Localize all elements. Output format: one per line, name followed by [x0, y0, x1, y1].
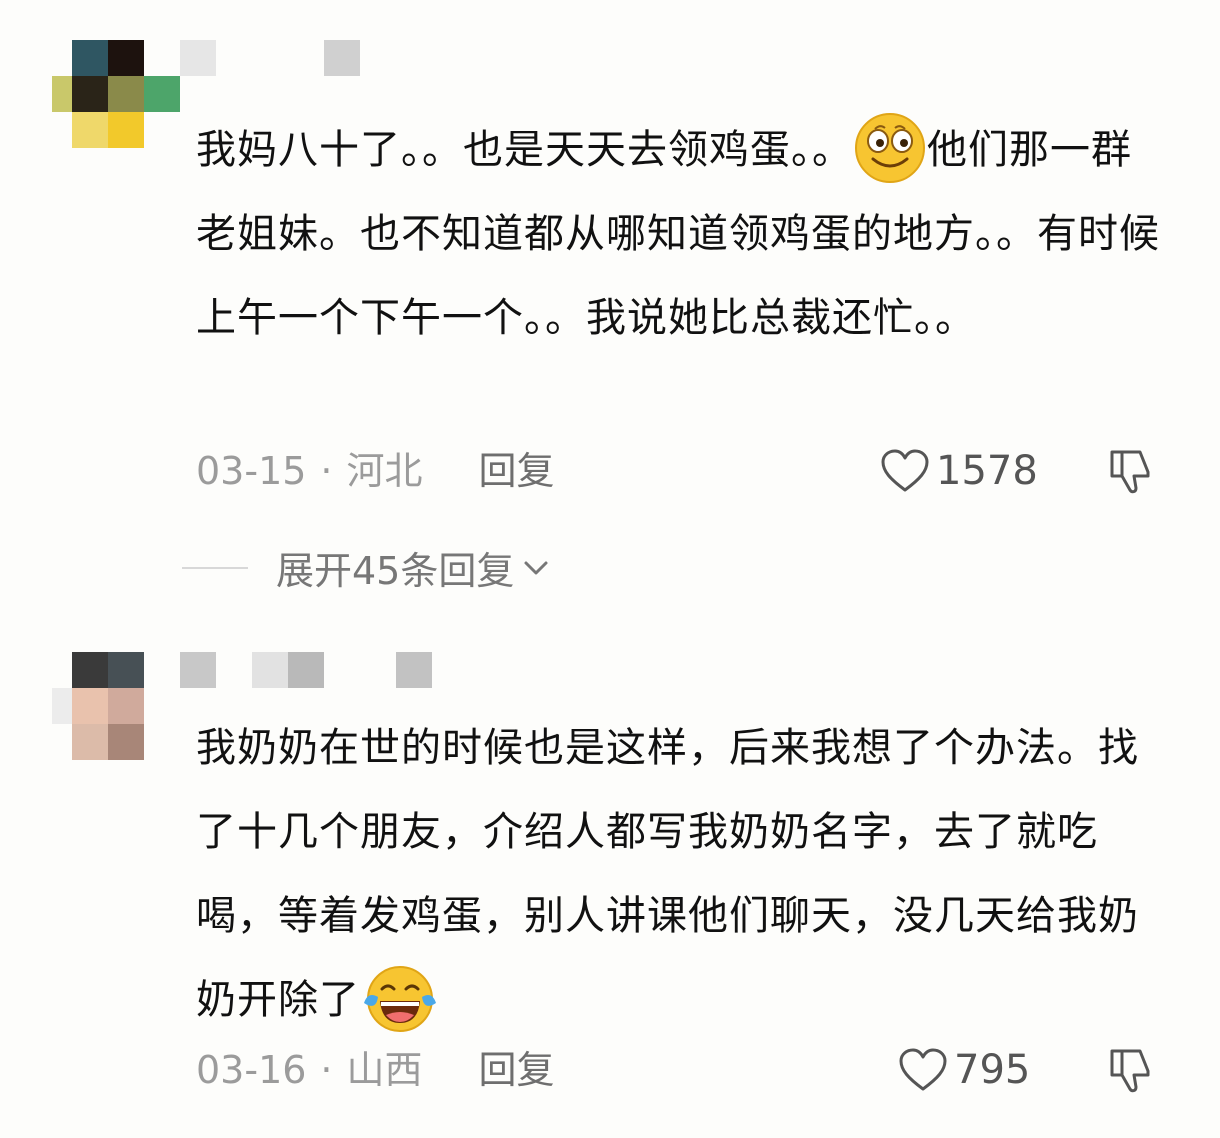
comment-item: 我奶奶在世的时候也是这样，后来我想了个办法。找了十几个朋友，介绍人都写我奶奶名字…: [0, 640, 1220, 1138]
thumbs-down-icon: [1110, 450, 1150, 494]
dislike-button[interactable]: [1106, 446, 1154, 496]
avatar[interactable]: [72, 40, 144, 148]
comment-item: 我妈八十了。。也是天天去领鸡蛋。。 他们那一群老姐妹。也不知道都从哪知道领鸡蛋的地…: [0, 0, 1220, 620]
reply-button[interactable]: 回复: [479, 1045, 555, 1095]
username-blurred[interactable]: [180, 652, 432, 688]
meta-separator: ·: [320, 449, 333, 493]
comment-date: 03-15: [196, 449, 307, 493]
avatar-edge: [52, 688, 72, 724]
comment-location: 河北: [346, 449, 423, 493]
grinning-face-icon: [853, 111, 927, 185]
username-blurred[interactable]: [180, 40, 360, 76]
meta-separator: ·: [320, 1048, 333, 1092]
thumbs-down-icon: [1110, 1049, 1150, 1093]
chevron-down-icon: [524, 561, 548, 574]
avatar-edge: [52, 76, 72, 112]
comment-meta: 03-16 · 山西 回复: [196, 1045, 555, 1095]
comment-text: 我奶奶在世的时候也是这样，后来我想了个办法。找了十几个朋友，介绍人都写我奶奶名字…: [196, 706, 1161, 1042]
expand-replies-button[interactable]: 展开45条回复: [182, 540, 552, 595]
like-count: 795: [954, 1047, 1031, 1093]
comment-text-part: 我妈八十了。。也是天天去领鸡蛋。。: [196, 127, 853, 173]
laughing-tears-face-icon: [360, 961, 436, 1035]
heart-outline-icon: [881, 449, 929, 492]
avatar[interactable]: [72, 652, 144, 760]
comment-date: 03-16: [196, 1048, 307, 1092]
comment-text: 我妈八十了。。也是天天去领鸡蛋。。 他们那一群老姐妹。也不知道都从哪知道领鸡蛋的地…: [196, 108, 1161, 360]
comment-meta: 03-15 · 河北 回复: [196, 446, 555, 496]
like-button[interactable]: 795: [898, 1045, 1030, 1095]
like-count: 1578: [936, 448, 1038, 494]
divider: [182, 566, 248, 569]
comment-text-part: 我奶奶在世的时候也是这样，后来我想了个办法。找了十几个朋友，介绍人都写我奶奶名字…: [196, 725, 1139, 1023]
heart-outline-icon: [899, 1048, 947, 1091]
dislike-button[interactable]: [1106, 1045, 1154, 1095]
reply-button[interactable]: 回复: [479, 446, 555, 496]
comment-location: 山西: [346, 1048, 423, 1092]
expand-replies-label: 展开45条回复: [276, 549, 515, 593]
like-button[interactable]: 1578: [880, 446, 1038, 496]
avatar-edge: [144, 76, 180, 112]
